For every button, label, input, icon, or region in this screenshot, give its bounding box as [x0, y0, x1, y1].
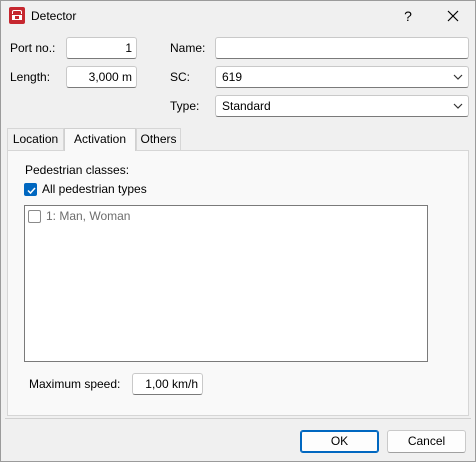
- help-button[interactable]: ?: [397, 5, 419, 27]
- port-no-label: Port no.:: [10, 41, 56, 55]
- activation-panel: Pedestrian classes: All pedestrian types…: [7, 150, 469, 416]
- all-pedestrian-types-label: All pedestrian types: [42, 182, 147, 196]
- length-field[interactable]: 3,000 m: [66, 66, 137, 88]
- type-label: Type:: [170, 99, 200, 113]
- app-icon: [9, 7, 25, 24]
- class-label-1: 1: Man, Woman: [46, 209, 131, 223]
- footer: OK Cancel: [1, 419, 475, 461]
- title-bar: Detector ?: [1, 1, 475, 31]
- maximum-speed-label: Maximum speed:: [29, 377, 121, 391]
- pedestrian-classes-label: Pedestrian classes:: [25, 163, 130, 177]
- sc-label: SC:: [170, 70, 191, 84]
- tab-location[interactable]: Location: [7, 128, 64, 150]
- tab-others[interactable]: Others: [136, 128, 181, 150]
- type-select-value: Standard: [222, 99, 271, 113]
- pedestrian-classes-list[interactable]: 1: Man, Woman: [24, 205, 428, 362]
- detector-dialog: Detector ? Port no.: 1 Length: 3,000 m N…: [0, 0, 476, 462]
- sc-select[interactable]: 619: [215, 66, 469, 88]
- sc-select-value: 619: [222, 70, 243, 84]
- name-field[interactable]: [215, 37, 469, 59]
- chevron-down-icon: [453, 74, 463, 80]
- maximum-speed-field[interactable]: 1,00 km/h: [132, 373, 203, 395]
- all-pedestrian-types-checkbox[interactable]: [24, 183, 37, 196]
- class-checkbox-1[interactable]: [28, 210, 41, 223]
- tab-activation[interactable]: Activation: [64, 128, 136, 151]
- length-label: Length:: [10, 70, 51, 84]
- cancel-button[interactable]: Cancel: [387, 430, 466, 453]
- ok-button[interactable]: OK: [300, 430, 379, 453]
- checkmark-icon: [27, 187, 36, 195]
- port-no-field[interactable]: 1: [66, 37, 137, 59]
- window-title: Detector: [31, 9, 77, 23]
- close-button[interactable]: [442, 5, 464, 27]
- type-select[interactable]: Standard: [215, 95, 469, 117]
- name-label: Name:: [170, 41, 206, 55]
- close-icon: [447, 10, 459, 22]
- chevron-down-icon: [453, 103, 463, 109]
